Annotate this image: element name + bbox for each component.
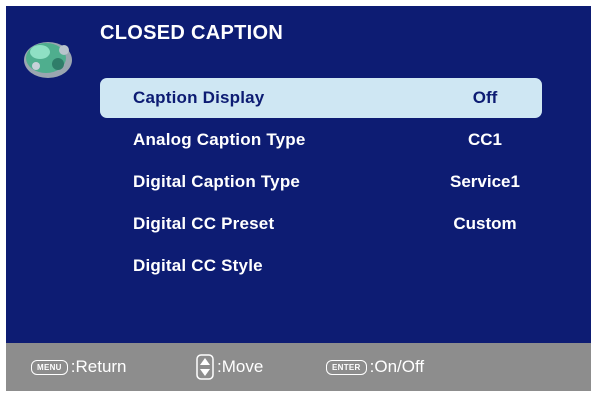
- menu-item-label: Digital CC Preset: [133, 214, 275, 233]
- tv-osd-screen: CLOSED CAPTION Caption Display Off Analo…: [0, 0, 598, 400]
- hint-onoff: ENTER :On/Off: [326, 343, 424, 391]
- menu-item-value: Service1: [450, 172, 520, 191]
- menu-item-value: Custom: [453, 214, 517, 233]
- menu-item-label: Digital CC Style: [133, 256, 263, 275]
- hint-move-text: :Move: [217, 357, 264, 376]
- hint-onoff-text: :On/Off: [369, 357, 425, 376]
- hint-return: MENU :Return: [31, 343, 127, 391]
- footer-hint-bar: MENU :Return :Move ENTER :On/Off: [6, 343, 591, 391]
- closed-caption-panel: CLOSED CAPTION Caption Display Off Analo…: [6, 6, 591, 343]
- menu-item-digital-cc-preset[interactable]: Digital CC Preset Custom: [100, 204, 542, 244]
- menu-item-digital-cc-style[interactable]: Digital CC Style: [100, 246, 542, 286]
- hint-return-text: :Return: [70, 357, 127, 376]
- menu-item-caption-display[interactable]: Caption Display Off: [100, 78, 542, 118]
- menu-item-label: Analog Caption Type: [133, 130, 306, 149]
- menu-item-digital-caption-type[interactable]: Digital Caption Type Service1: [100, 162, 542, 202]
- page-title: CLOSED CAPTION: [100, 22, 284, 44]
- menu-item-value: CC1: [467, 130, 502, 149]
- menu-item-analog-caption-type[interactable]: Analog Caption Type CC1: [100, 120, 542, 160]
- menu-item-label: Digital Caption Type: [133, 172, 301, 191]
- caption-logo-icon: [24, 42, 72, 78]
- menu-key-icon: MENU: [31, 359, 68, 375]
- enter-key-icon: ENTER: [326, 359, 367, 375]
- menu-item-value: Off: [472, 88, 498, 107]
- up-down-arrows-icon: [196, 354, 214, 380]
- hint-move: :Move: [196, 343, 263, 391]
- menu-item-label: Caption Display: [133, 88, 265, 107]
